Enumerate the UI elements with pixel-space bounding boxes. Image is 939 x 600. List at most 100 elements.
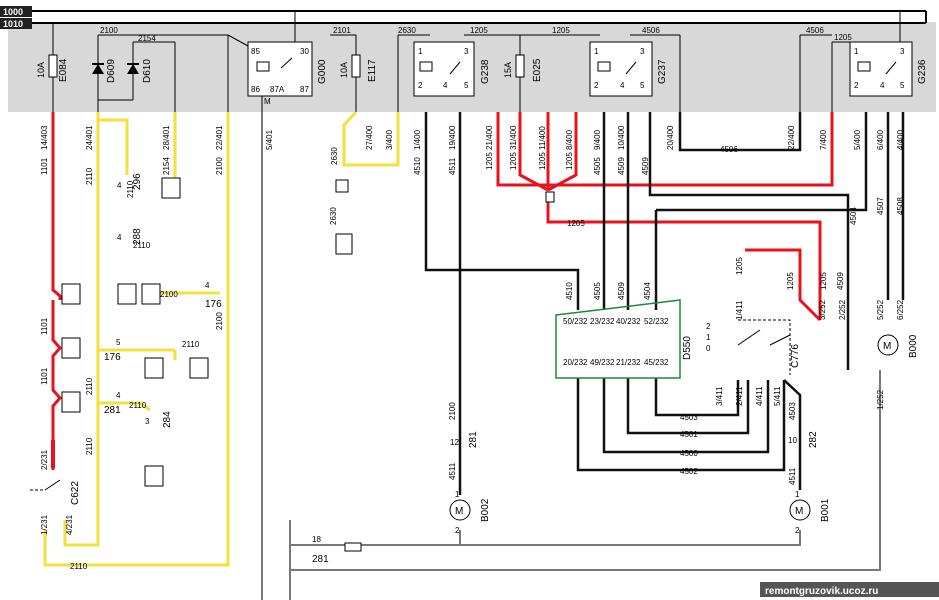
motor-b001-id: B001 bbox=[820, 498, 831, 522]
connector-pin: 6/400 bbox=[876, 129, 885, 150]
connector-id: 281 bbox=[468, 431, 479, 448]
small-pin: 1 bbox=[455, 490, 460, 499]
wire-number: 2100 bbox=[448, 402, 457, 420]
relay-g236-id: G236 bbox=[917, 59, 928, 84]
relay-pin: 3 bbox=[640, 47, 645, 56]
small-pin: 2 bbox=[455, 526, 460, 535]
small-pin: 1 bbox=[795, 490, 800, 499]
relay-pin: 2 bbox=[418, 81, 423, 90]
wire-number: 2630 bbox=[330, 147, 339, 165]
wire-number: 2100 bbox=[215, 312, 224, 330]
switch-c622: C622 2/231 1/231 4/231 bbox=[30, 449, 81, 535]
wire-number: 4505 bbox=[593, 157, 602, 175]
connector-pin: 24/401 bbox=[85, 125, 94, 150]
relay-pin: 4 bbox=[880, 81, 885, 90]
switch-pin: 1/231 bbox=[40, 514, 49, 535]
switch-pin: 2/231 bbox=[40, 449, 49, 470]
motor-b000: M B000 bbox=[877, 334, 919, 358]
fuse-e117-id: E117 bbox=[367, 59, 378, 82]
diode-d609-label: D609 bbox=[106, 59, 117, 83]
wire-label: 4506 bbox=[642, 26, 660, 35]
wire-number: 2630 bbox=[329, 207, 338, 225]
wire-number: 4502 bbox=[680, 467, 698, 476]
ecu-pin: 23/232 bbox=[590, 317, 615, 326]
wire-number: 1205 bbox=[819, 272, 828, 290]
connector-id: 281 bbox=[104, 405, 121, 416]
fuse-e117-amp: 10A bbox=[339, 62, 349, 78]
wire-number: 1205 bbox=[509, 152, 518, 170]
wire-number: 2110 bbox=[70, 562, 88, 571]
connector-pin: 5/401 bbox=[265, 129, 274, 150]
connector-id: 176 bbox=[205, 299, 222, 310]
wire-number: 4510 bbox=[413, 157, 422, 175]
wire-number: 4510 bbox=[565, 282, 574, 300]
b000-pin: 5/252 bbox=[876, 299, 885, 320]
wire-number: 2100 bbox=[160, 290, 178, 299]
connector-pin: 5/400 bbox=[853, 129, 862, 150]
connector-pin: 20/400 bbox=[666, 125, 675, 150]
wire-number: 4507 bbox=[876, 197, 885, 215]
b000-pin: 3/252 bbox=[818, 299, 827, 320]
switch-c776-id: C776 bbox=[790, 344, 801, 368]
wire-label: 2154 bbox=[138, 34, 156, 43]
motor-b000-id: B000 bbox=[908, 334, 919, 358]
switch-position: 2 bbox=[706, 322, 711, 331]
ecu-d550: D550 50/232 23/232 40/232 52/232 20/232 … bbox=[555, 299, 693, 379]
connector-id: 281 bbox=[312, 554, 329, 565]
wire-number: 2110 bbox=[126, 180, 135, 198]
wire-label: 2630 bbox=[398, 26, 416, 35]
connector-pin: 22/400 bbox=[787, 125, 796, 150]
wire-number: 2110 bbox=[182, 340, 200, 349]
connector-pin: 9/400 bbox=[593, 129, 602, 150]
wire-number: 4503 bbox=[788, 402, 797, 420]
relay-pin: 4 bbox=[620, 81, 625, 90]
switch-position: 0 bbox=[706, 344, 711, 353]
relay-pin: 5 bbox=[900, 81, 905, 90]
wire-label: 1205 bbox=[552, 26, 570, 35]
diode-d610-label: D610 bbox=[142, 59, 153, 83]
relay-g237-id: G237 bbox=[657, 59, 668, 84]
connector-pin: 8/400 bbox=[565, 129, 574, 150]
connector-pin: 7/400 bbox=[819, 129, 828, 150]
connector-pin: 27/400 bbox=[365, 125, 374, 150]
relay-pin: 2 bbox=[594, 81, 599, 90]
ecu-pin: 49/232 bbox=[590, 358, 615, 367]
ecu-pin: 20/232 bbox=[563, 358, 588, 367]
wire-number: 4506 bbox=[720, 145, 738, 154]
wire-number: 4511 bbox=[788, 467, 797, 485]
switch-pin: 1/411 bbox=[735, 300, 744, 320]
relay-pin: 1 bbox=[418, 47, 423, 56]
wire-label: 1205 bbox=[470, 26, 488, 35]
small-pin: 3 bbox=[145, 417, 150, 426]
connector-pin-labels: 14/403 24/401 28/401 22/401 5/401 27/400… bbox=[40, 125, 905, 150]
fuse-e025-id: E025 bbox=[532, 58, 543, 82]
ecu-d550-id: D550 bbox=[682, 336, 693, 360]
motor-symbol: M bbox=[883, 341, 891, 352]
wire-number: 2110 bbox=[85, 377, 94, 395]
motor-symbol: M bbox=[795, 506, 803, 517]
small-pin: 4 bbox=[205, 281, 210, 290]
wire-number: 4501 bbox=[680, 430, 698, 439]
fuse-e084-id: E084 bbox=[58, 58, 69, 82]
wire-number: 4505 bbox=[593, 282, 602, 300]
connector-pin: 31/400 bbox=[509, 125, 518, 150]
wiring-diagram: 1000 1010 10A E084 D609 D610 2100 2154 8… bbox=[0, 6, 939, 600]
wire-number: 1205 bbox=[735, 257, 744, 275]
small-pin: 10 bbox=[788, 436, 797, 445]
wire-number: 4511 bbox=[448, 462, 457, 480]
relay-pin: 5 bbox=[640, 81, 645, 90]
wire-number: 1205 bbox=[786, 272, 795, 290]
fuse-e084-amp: 10A bbox=[36, 62, 46, 78]
switch-pin: 3/411 bbox=[715, 386, 724, 406]
motor-b002-id: B002 bbox=[480, 498, 491, 522]
ecu-pin: 50/232 bbox=[563, 317, 588, 326]
connector-id: 282 bbox=[808, 431, 819, 448]
motor-symbol: M bbox=[455, 506, 463, 517]
b000-pin: 1/252 bbox=[876, 389, 885, 410]
switch-c622-id: C622 bbox=[70, 481, 81, 505]
connector-id: 284 bbox=[162, 411, 173, 428]
wire-number: 4504 bbox=[849, 207, 858, 225]
connector-pin: 21/400 bbox=[485, 125, 494, 150]
red-wire-segment bbox=[51, 440, 55, 468]
wire-number: 4509 bbox=[836, 272, 845, 290]
